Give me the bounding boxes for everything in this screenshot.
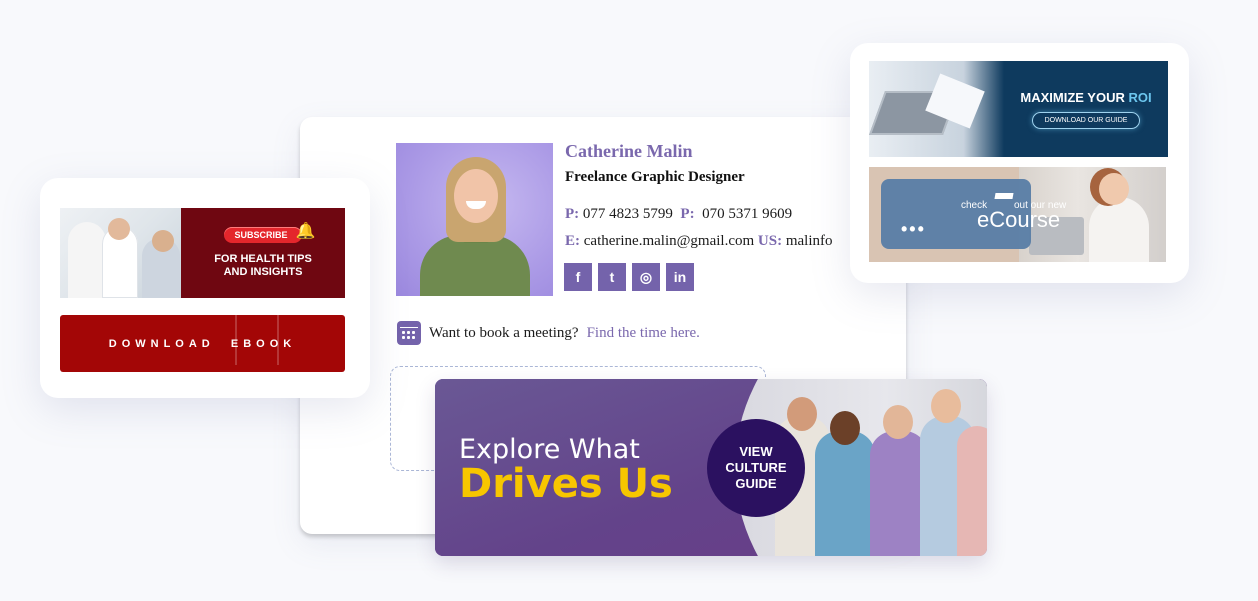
signature-name: Catherine Malin: [565, 141, 693, 161]
culture-banner[interactable]: Explore What Drives Us VIEW CULTURE GUID…: [435, 379, 987, 556]
roi-highlight: ROI: [1128, 89, 1152, 105]
health-caption-line-2: AND INSIGHTS: [223, 266, 303, 278]
cta-line-2: CULTURE: [725, 460, 787, 475]
ecourse-word: eCourse: [977, 207, 1061, 232]
phone-2[interactable]: 070 5371 9609: [702, 206, 792, 222]
website-label: US:: [757, 233, 783, 249]
business-photo: [869, 61, 1004, 157]
graduation-cap-icon: [994, 193, 1014, 199]
social-icons: f t ◎ in: [564, 263, 694, 291]
roi-headline-text: MAXIMIZE YOUR: [1020, 89, 1125, 105]
roi-headline: MAXIMIZE YOUR ROI: [1020, 90, 1151, 105]
phone-label-1: P:: [565, 206, 580, 222]
bell-icon: 🔔: [295, 223, 316, 240]
health-banner-card: SUBSCRIBE 🔔 FOR HEALTH TIPS AND INSIGHTS…: [40, 178, 370, 398]
contact-line: E: catherine.malin@gmail.com US: malinfo: [565, 233, 833, 250]
email-label: E:: [565, 233, 580, 249]
meeting-text: Want to book a meeting?: [429, 324, 579, 341]
health-caption-line-1: FOR HEALTH TIPS: [214, 253, 312, 265]
calendar-icon: [397, 321, 421, 345]
cta-line-1: VIEW: [739, 444, 773, 459]
website-link[interactable]: malinfo: [786, 233, 833, 249]
linkedin-icon[interactable]: in: [666, 263, 694, 291]
email-link[interactable]: catherine.malin@gmail.com: [584, 233, 754, 249]
download-guide-button[interactable]: DOWNLOAD OUR GUIDE: [1031, 111, 1141, 129]
subscribe-badge: SUBSCRIBE 🔔: [224, 223, 316, 243]
meeting-link[interactable]: Find the time here.: [587, 325, 700, 342]
doctor-photo: [60, 208, 181, 298]
roi-banner[interactable]: MAXIMIZE YOUR ROI DOWNLOAD OUR GUIDE: [869, 61, 1168, 157]
twitter-icon[interactable]: t: [598, 263, 626, 291]
download-ebook-banner[interactable]: DOWNLOAD EBOOK: [60, 315, 345, 372]
instagram-icon[interactable]: ◎: [632, 263, 660, 291]
signature-job-title: Freelance Graphic Designer: [565, 169, 745, 185]
meeting-row: Want to book a meeting? Find the time he…: [397, 321, 700, 345]
dots-icon: •••: [901, 219, 926, 239]
signature-text-block: Catherine Malin Freelance Graphic Design…: [300, 117, 852, 317]
phone-label-2: P:: [680, 206, 695, 222]
cta-line-3: GUIDE: [735, 476, 777, 491]
phone-1[interactable]: 077 4823 5799: [583, 206, 673, 222]
culture-headline-2: Drives Us: [459, 461, 673, 507]
download-arrow-icon: [235, 315, 279, 365]
phone-line: P: 077 4823 5799 P: 070 5371 9609: [565, 206, 792, 223]
health-subscribe-banner[interactable]: SUBSCRIBE 🔔 FOR HEALTH TIPS AND INSIGHTS: [60, 208, 345, 298]
facebook-icon[interactable]: f: [564, 263, 592, 291]
subscribe-label: SUBSCRIBE: [234, 230, 288, 240]
ecourse-banner[interactable]: ••• check out our new eCourse: [869, 167, 1166, 262]
promo-banner-card: MAXIMIZE YOUR ROI DOWNLOAD OUR GUIDE •••…: [850, 43, 1189, 283]
health-caption: FOR HEALTH TIPS AND INSIGHTS: [214, 253, 312, 279]
view-culture-guide-button[interactable]: VIEW CULTURE GUIDE: [707, 419, 805, 517]
